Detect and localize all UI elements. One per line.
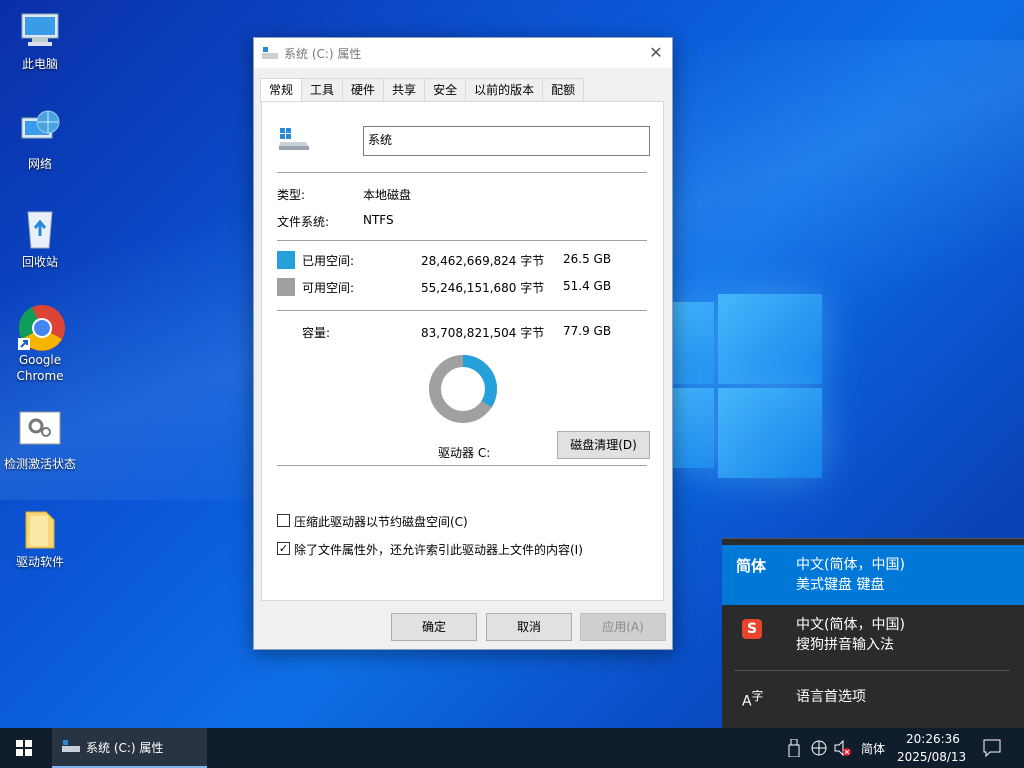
window-title: 系统 (C:) 属性 bbox=[284, 46, 362, 61]
ime-item-sogou[interactable]: S 中文(简体，中国) 搜狗拼音输入法 bbox=[722, 609, 1024, 665]
network-globe-icon[interactable] bbox=[810, 739, 828, 760]
volume-muted-icon[interactable] bbox=[834, 739, 852, 760]
index-label: 除了文件属性外，还允许索引此驱动器上文件的内容(I) bbox=[294, 543, 583, 557]
compress-label: 压缩此驱动器以节约磁盘空间(C) bbox=[294, 515, 468, 529]
type-value: 本地磁盘 bbox=[363, 188, 412, 202]
tab-sharing[interactable]: 共享 bbox=[383, 78, 426, 101]
desktop-icon-chrome[interactable]: Google Chrome bbox=[0, 304, 80, 384]
drive-label: 驱动器 C: bbox=[438, 446, 491, 460]
settings-gear-icon bbox=[18, 408, 62, 452]
tab-general[interactable]: 常规 bbox=[260, 78, 303, 102]
sogou-icon: S bbox=[742, 619, 762, 639]
taskbar-app-properties[interactable]: 系统 (C:) 属性 bbox=[52, 728, 207, 768]
windows-start-icon bbox=[16, 740, 32, 756]
desktop-icon-recycle-bin[interactable]: 回收站 bbox=[0, 206, 80, 270]
cancel-button[interactable]: 取消 bbox=[486, 613, 572, 641]
desktop-icon-label: 网络 bbox=[27, 157, 52, 171]
free-space-label: 可用空间: bbox=[302, 281, 355, 295]
filesystem-value: NTFS bbox=[363, 213, 394, 227]
desktop-icon-network[interactable]: 网络 bbox=[0, 108, 80, 172]
ime-tag: 简体 bbox=[736, 557, 767, 575]
drive-icon bbox=[262, 46, 278, 60]
close-icon[interactable]: ✕ bbox=[646, 43, 666, 63]
tab-previous-versions[interactable]: 以前的版本 bbox=[465, 78, 544, 101]
ime-flyout-menu: 简体 中文(简体，中国) 美式键盘 键盘 S 中文(简体，中国) 搜狗拼音输入法… bbox=[722, 538, 1024, 728]
used-space-size: 26.5 GB bbox=[563, 252, 612, 266]
capacity-size: 77.9 GB bbox=[563, 324, 612, 338]
network-icon bbox=[18, 108, 62, 152]
divider bbox=[277, 465, 647, 466]
divider bbox=[277, 310, 647, 311]
type-label: 类型: bbox=[277, 188, 306, 202]
ime-line2: 搜狗拼音输入法 bbox=[796, 637, 894, 653]
desktop-icon-label: 此电脑 bbox=[21, 57, 58, 71]
divider bbox=[734, 670, 1010, 671]
drive-icon bbox=[62, 739, 80, 756]
notification-icon[interactable] bbox=[983, 739, 1001, 760]
recycle-bin-icon bbox=[18, 206, 62, 250]
tab-strip: 常规 工具 硬件 共享 安全 以前的版本 配额 bbox=[260, 78, 585, 102]
free-space-bytes: 55,246,151,680 字节 bbox=[421, 281, 545, 295]
drive-large-icon bbox=[278, 128, 310, 155]
used-space-label: 已用空间: bbox=[302, 254, 355, 268]
capacity-bytes: 83,708,821,504 字节 bbox=[421, 326, 545, 340]
disk-cleanup-button[interactable]: 磁盘清理(D) bbox=[557, 431, 650, 459]
clock-time[interactable]: 20:26:36 bbox=[906, 732, 960, 746]
clock-date[interactable]: 2025/08/13 bbox=[897, 750, 966, 764]
windows-logo-wallpaper bbox=[668, 288, 824, 484]
capacity-label: 容量: bbox=[302, 326, 331, 340]
folder-icon bbox=[18, 506, 62, 550]
language-preferences-item[interactable]: A字 语言首选项 bbox=[722, 675, 1024, 723]
desktop-icon-label: Google Chrome bbox=[16, 353, 64, 383]
chrome-icon bbox=[18, 304, 65, 351]
tab-security[interactable]: 安全 bbox=[424, 78, 467, 101]
tab-tools[interactable]: 工具 bbox=[301, 78, 344, 101]
tab-hardware[interactable]: 硬件 bbox=[342, 78, 385, 101]
taskbar: 系统 (C:) 属性 简体 20:26:36 2025/08/13 bbox=[0, 728, 1024, 768]
desktop-icon-drivers[interactable]: 驱动软件 bbox=[0, 506, 80, 570]
language-icon: A字 bbox=[742, 689, 764, 710]
used-space-bytes: 28,462,669,824 字节 bbox=[421, 254, 545, 268]
apply-button[interactable]: 应用(A) bbox=[580, 613, 666, 641]
ime-line2: 美式键盘 键盘 bbox=[796, 577, 885, 593]
free-space-swatch bbox=[277, 278, 295, 296]
ime-line1: 中文(简体，中国) bbox=[796, 617, 905, 633]
general-tab-panel: 系统 类型: 本地磁盘 文件系统: NTFS 已用空间: 28,462,669,… bbox=[261, 101, 664, 601]
usb-icon[interactable] bbox=[788, 738, 800, 760]
ime-indicator[interactable]: 简体 bbox=[861, 740, 885, 757]
ime-item-us-keyboard[interactable]: 简体 中文(简体，中国) 美式键盘 键盘 bbox=[722, 545, 1024, 605]
disk-usage-donut bbox=[429, 355, 497, 423]
desktop-icon-label: 检测激活状态 bbox=[3, 457, 76, 471]
ok-button[interactable]: 确定 bbox=[391, 613, 477, 641]
desktop-icon-label: 回收站 bbox=[21, 255, 58, 269]
language-preferences-label: 语言首选项 bbox=[796, 689, 866, 705]
desktop-icon-this-pc[interactable]: 此电脑 bbox=[0, 8, 80, 72]
window-titlebar[interactable]: 系统 (C:) 属性 ✕ bbox=[254, 38, 672, 68]
used-space-swatch bbox=[277, 251, 295, 269]
filesystem-label: 文件系统: bbox=[277, 215, 330, 229]
taskbar-app-title: 系统 (C:) 属性 bbox=[86, 740, 164, 755]
tab-quota[interactable]: 配额 bbox=[542, 78, 585, 101]
divider bbox=[277, 240, 647, 241]
desktop-icon-label: 驱动软件 bbox=[15, 555, 64, 569]
ime-line1: 中文(简体，中国) bbox=[796, 557, 905, 573]
compress-checkbox[interactable] bbox=[277, 514, 290, 527]
free-space-size: 51.4 GB bbox=[563, 279, 612, 293]
desktop-icon-activation-check[interactable]: 检测激活状态 bbox=[0, 408, 80, 472]
drive-name-input[interactable]: 系统 bbox=[363, 126, 650, 156]
computer-icon bbox=[18, 8, 62, 52]
properties-window: 系统 (C:) 属性 ✕ 常规 工具 硬件 共享 安全 以前的版本 配额 系统 … bbox=[253, 37, 673, 650]
start-button[interactable] bbox=[0, 728, 48, 768]
index-checkbox[interactable]: ✓ bbox=[277, 542, 290, 555]
divider bbox=[277, 172, 647, 173]
